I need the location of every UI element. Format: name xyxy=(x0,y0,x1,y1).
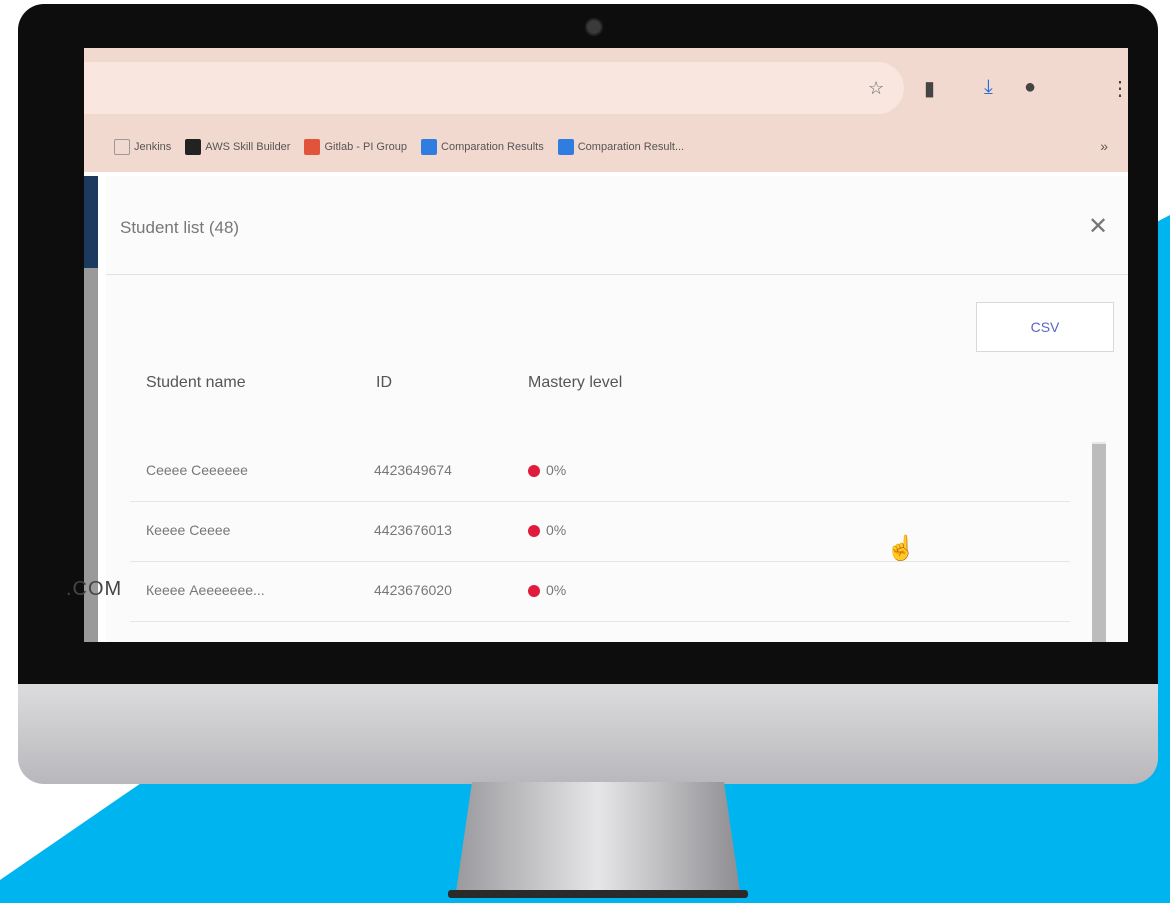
table-row[interactable]: Кееее Аеееееее... 4423676020 0% xyxy=(130,562,1070,622)
bookmark-gitlab[interactable]: Gitlab - PI Group xyxy=(304,139,407,155)
bookmark-comparation-1[interactable]: Comparation Results xyxy=(421,139,544,155)
bookmark-aws[interactable]: AWS Skill Builder xyxy=(185,139,290,155)
bookmark-label: Gitlab - PI Group xyxy=(324,141,408,153)
divider xyxy=(130,621,1070,622)
address-bar[interactable] xyxy=(84,62,904,114)
mastery-cell: 0% xyxy=(528,522,566,538)
mastery-value: 0% xyxy=(546,462,567,478)
bookmarks-bar: Jenkins AWS Skill Builder Gitlab - PI Gr… xyxy=(84,130,1128,164)
sidebar-active xyxy=(84,176,98,268)
mastery-cell: 0% xyxy=(528,582,566,598)
bookmark-label: AWS Skill Builder xyxy=(205,141,291,153)
student-name: Сеееe Сееееее xyxy=(146,462,248,478)
jenkins-icon xyxy=(114,139,130,155)
student-name: Кееее Аеееееее... xyxy=(146,582,265,598)
doc-icon xyxy=(557,139,574,155)
profile-icon[interactable]: ● xyxy=(1024,76,1036,99)
bookmark-jenkins[interactable]: Jenkins xyxy=(114,139,171,155)
mastery-dot-icon xyxy=(528,465,540,478)
bookmark-comparation-2[interactable]: Comparation Result... xyxy=(557,139,685,155)
bookmark-label: Comparation Result... xyxy=(577,141,685,153)
extension-icon[interactable]: ▮ xyxy=(924,76,935,101)
scrollbar[interactable] xyxy=(1092,444,1106,642)
close-icon[interactable]: ✕ xyxy=(1088,212,1108,241)
mastery-value: 0% xyxy=(546,582,567,598)
doc-icon xyxy=(421,139,438,155)
csv-export-button[interactable]: CSV xyxy=(976,302,1114,352)
student-id: 4423676020 xyxy=(374,582,452,598)
student-id: 4423649674 xyxy=(374,462,452,478)
column-header-mastery[interactable]: Mastery level xyxy=(528,374,622,392)
download-icon[interactable]: ⤓ xyxy=(984,76,993,99)
mastery-dot-icon xyxy=(528,585,540,598)
hand-cursor-icon: ☝ xyxy=(886,535,916,562)
aws-icon xyxy=(185,139,202,155)
dialog-title: Student list (48) xyxy=(120,218,240,237)
mastery-value: 0% xyxy=(546,522,567,538)
sidebar-strip xyxy=(84,176,98,642)
table-row[interactable]: Сеееe Сееееее 4423649674 0% xyxy=(130,442,1070,502)
student-name: Кееее Сееее xyxy=(146,522,231,538)
camera-icon xyxy=(585,18,603,36)
mastery-dot-icon xyxy=(528,525,540,538)
table-row[interactable]: Кееее Сееее 4423676013 0% xyxy=(130,502,1070,562)
monitor-stand xyxy=(448,782,748,898)
column-header-student-name[interactable]: Student name xyxy=(146,374,246,392)
screen: ☆ ▮ ⤓ ● ⋮ Jenkins AWS Skill Builder Gitl… xyxy=(84,48,1128,642)
student-list-dialog: Student list (48) ✕ CSV Student name ID … xyxy=(106,176,1128,642)
browser-toolbar: ☆ ▮ ⤓ ● ⋮ Jenkins AWS Skill Builder Gitl… xyxy=(84,48,1128,172)
bookmarks-more-icon[interactable]: » xyxy=(1100,138,1108,154)
gitlab-icon xyxy=(304,139,321,155)
student-id: 4423676013 xyxy=(374,522,452,538)
divider xyxy=(106,274,1128,275)
mastery-cell: 0% xyxy=(528,462,566,478)
bookmark-label: Comparation Results xyxy=(441,141,544,153)
menu-icon[interactable]: ⋮ xyxy=(1110,76,1128,101)
monitor-chin xyxy=(18,684,1158,784)
watermark-text: .COM xyxy=(66,578,123,600)
star-icon[interactable]: ☆ xyxy=(868,78,884,99)
imac-monitor: ☆ ▮ ⤓ ● ⋮ Jenkins AWS Skill Builder Gitl… xyxy=(18,4,1158,784)
column-header-id[interactable]: ID xyxy=(376,374,392,392)
bookmark-label: Jenkins xyxy=(134,141,172,153)
